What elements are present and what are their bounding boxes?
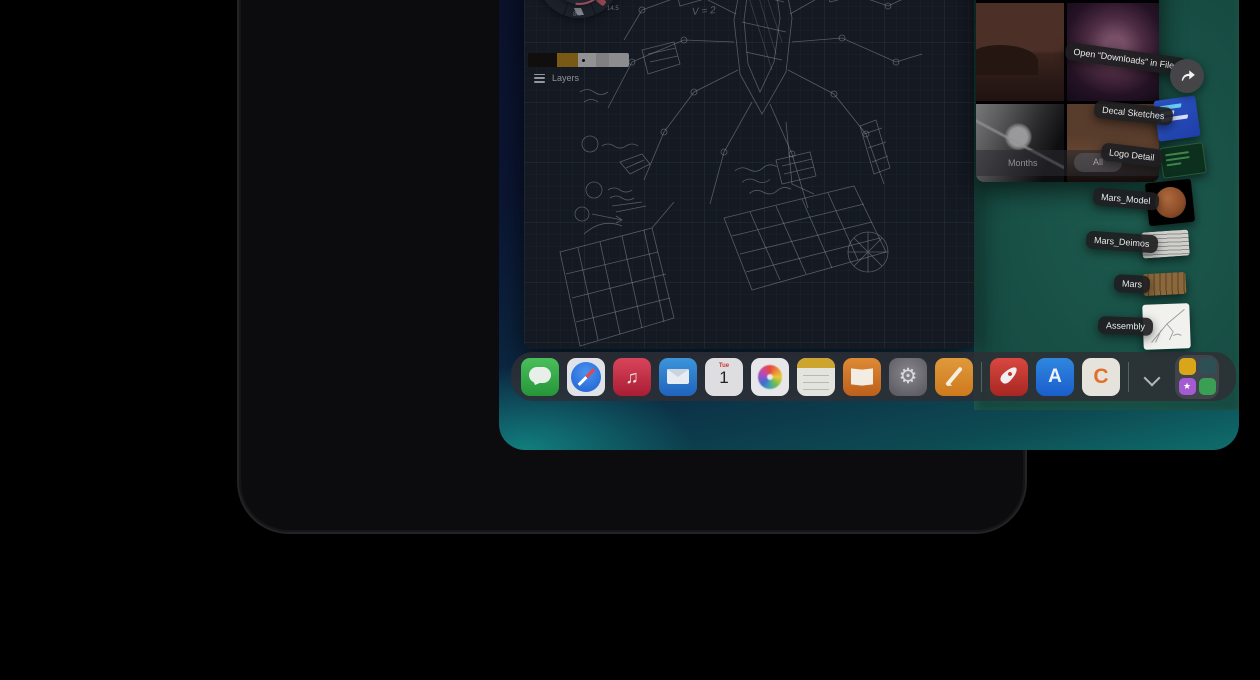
swatch-black[interactable] [528, 53, 557, 67]
dock-settings-icon[interactable]: ⚙ [889, 358, 927, 396]
ring-size-bottom-right: 14.5 [607, 6, 619, 12]
mini-app-yellow [1179, 358, 1196, 375]
dock-c-app-icon[interactable]: C [1082, 358, 1120, 396]
selected-swatch-dot [582, 59, 585, 62]
dock-divider [981, 362, 982, 392]
tab-months[interactable]: Months [1008, 158, 1038, 168]
open-book-icon [851, 368, 862, 385]
ipad-device-frame: Concepts_blue… 59% 90° PRO ↓ ↑ ⚙ ? [237, 0, 1027, 534]
dock-calendar-icon[interactable]: Tue 1 [705, 358, 743, 396]
app-library-tile[interactable]: ★ [1175, 355, 1219, 399]
swatch-gold[interactable] [557, 53, 578, 67]
mini-app-green [1199, 378, 1216, 395]
dock-app-store-icon[interactable]: A [1036, 358, 1074, 396]
layers-label: Layers [552, 73, 579, 83]
dock-messages-icon[interactable] [521, 358, 559, 396]
concepts-app-window[interactable]: Concepts_blue… 59% 90° PRO ↓ ↑ ⚙ ? [524, 0, 974, 349]
swatch-gray[interactable] [596, 53, 609, 67]
photos-flower-icon [758, 365, 782, 389]
logo-sticker-thumb[interactable] [1159, 142, 1207, 179]
dock-concepts-icon[interactable] [935, 358, 973, 396]
drawing-canvas[interactable]: V = 2 7.3 3.5 14.5 8.9 [524, 0, 974, 349]
mini-app-teal [1199, 358, 1216, 375]
tool-wheel[interactable]: 7.3 3.5 14.5 8.9 [537, 0, 621, 18]
share-arrow-icon [1178, 67, 1196, 85]
stage-background: Concepts_blue… 59% 90° PRO ↓ ↑ ⚙ ? [0, 0, 1260, 680]
dock-books-icon[interactable] [843, 358, 881, 396]
dock-rocket-app-icon[interactable] [990, 358, 1028, 396]
photo-thumbnail-mars-surface[interactable] [976, 3, 1064, 101]
dock: ♫ Tue 1 ⚙ A C ★ [511, 352, 1236, 401]
fill-tool-icon[interactable] [573, 7, 585, 16]
color-swatch-bar[interactable] [528, 53, 629, 67]
calendar-day: 1 [705, 369, 743, 386]
drag-item-label: Assembly [1098, 316, 1154, 336]
dock-mail-icon[interactable] [659, 358, 697, 396]
dock-photos-icon[interactable] [751, 358, 789, 396]
share-button[interactable] [1170, 59, 1204, 93]
app-store-a-icon: A [1048, 366, 1062, 387]
c-swirl-icon: C [1093, 365, 1108, 388]
layers-button[interactable]: Layers [534, 73, 579, 83]
dock-divider [1128, 362, 1129, 392]
canvas-annotation: V = 2 [692, 5, 716, 18]
gear-icon: ⚙ [899, 365, 918, 388]
mini-app-purple-star: ★ [1179, 378, 1196, 395]
ipad-screen: Concepts_blue… 59% 90° PRO ↓ ↑ ⚙ ? [499, 0, 1239, 450]
music-note-icon: ♫ [625, 367, 639, 387]
layers-list-icon [534, 74, 545, 83]
dock-safari-icon[interactable] [567, 358, 605, 396]
swatch-silver[interactable] [609, 53, 629, 67]
dock-collapse-button[interactable] [1137, 358, 1167, 396]
drag-item-label: Mars [1114, 274, 1151, 294]
chevron-down-icon [1144, 369, 1161, 386]
dock-notes-icon[interactable] [797, 358, 835, 396]
dock-music-icon[interactable]: ♫ [613, 358, 651, 396]
